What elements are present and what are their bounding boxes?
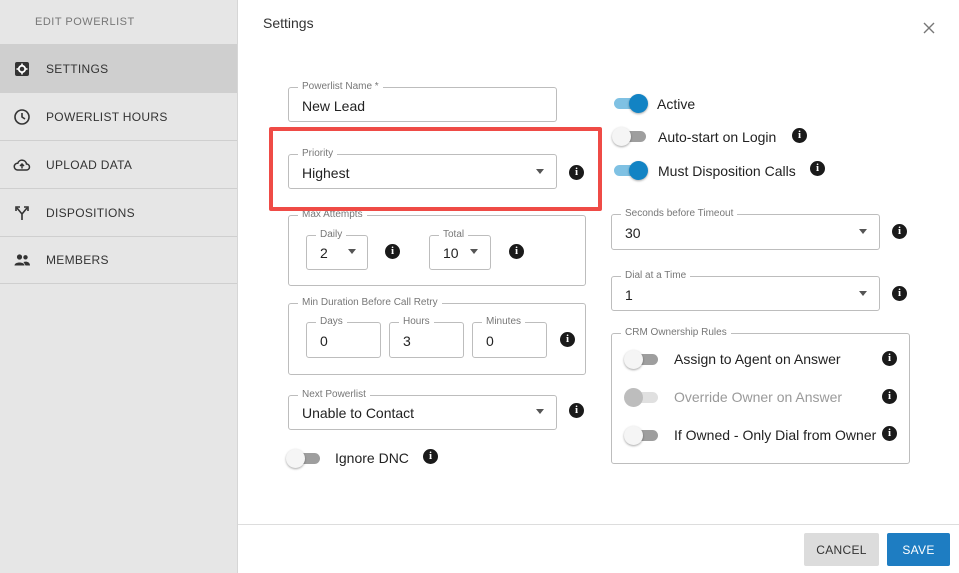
people-icon (13, 251, 31, 269)
sidebar-item-label: UPLOAD DATA (46, 157, 133, 172)
powerlist-name-value: New Lead (302, 98, 366, 114)
sidebar: EDIT POWERLIST SETTINGS POWERLIST HOURS … (0, 0, 238, 573)
hours-input[interactable]: Hours 3 (389, 316, 464, 358)
auto-start-label: Auto-start on Login (658, 129, 777, 145)
days-label: Days (316, 316, 347, 328)
if-owned-label: If Owned - Only Dial from Owner (674, 427, 877, 443)
sidebar-item-members[interactable]: MEMBERS (0, 236, 237, 284)
override-owner-label: Override Owner on Answer (674, 389, 843, 405)
days-input[interactable]: Days 0 (306, 316, 381, 358)
toggle-knob (629, 94, 648, 113)
sidebar-item-label: SETTINGS (46, 61, 109, 76)
sidebar-item-dispositions[interactable]: DISPOSITIONS (0, 188, 237, 236)
cancel-button[interactable]: CANCEL (804, 533, 879, 566)
chevron-down-icon (859, 229, 867, 234)
next-powerlist-value: Unable to Contact (302, 405, 415, 421)
sidebar-item-label: MEMBERS (46, 253, 109, 267)
daily-attempts-select[interactable]: Daily 2 (306, 229, 368, 270)
minutes-input[interactable]: Minutes 0 (472, 316, 547, 358)
ignore-dnc-label: Ignore DNC (335, 450, 409, 466)
toggle-knob (624, 426, 643, 445)
dialog-footer: CANCEL SAVE (238, 524, 959, 573)
sidebar-item-powerlist-hours[interactable]: POWERLIST HOURS (0, 92, 237, 140)
seconds-timeout-select[interactable]: Seconds before Timeout 30 (611, 208, 880, 250)
info-icon[interactable]: i (385, 244, 400, 259)
minutes-label: Minutes (482, 316, 526, 328)
chevron-down-icon (859, 291, 867, 296)
page-title: Settings (263, 15, 314, 31)
priority-highlight-box (269, 127, 602, 211)
save-button[interactable]: SAVE (887, 533, 950, 566)
seconds-timeout-value: 30 (625, 225, 641, 241)
assign-agent-label: Assign to Agent on Answer (674, 351, 841, 367)
toggle-knob (624, 350, 643, 369)
sidebar-item-label: DISPOSITIONS (46, 205, 135, 220)
active-toggle[interactable] (612, 93, 648, 113)
cloud-upload-icon (13, 156, 31, 174)
if-owned-toggle[interactable] (624, 425, 660, 445)
info-icon[interactable]: i (423, 449, 438, 464)
powerlist-name-label: Powerlist Name * (298, 81, 383, 93)
info-icon[interactable]: i (892, 286, 907, 301)
info-icon[interactable]: i (882, 426, 897, 441)
active-label: Active (657, 96, 696, 112)
settings-gear-icon (13, 60, 31, 78)
sidebar-item-upload-data[interactable]: UPLOAD DATA (0, 140, 237, 188)
fork-arrow-icon (13, 204, 31, 222)
info-icon[interactable]: i (560, 332, 575, 347)
ignore-dnc-toggle[interactable] (286, 448, 322, 468)
crm-ownership-rules-label: CRM Ownership Rules (621, 327, 731, 339)
chevron-down-icon (470, 249, 478, 254)
minutes-value: 0 (486, 333, 494, 349)
toggle-knob (612, 127, 631, 146)
info-icon[interactable]: i (509, 244, 524, 259)
next-powerlist-label: Next Powerlist (298, 389, 370, 401)
chevron-down-icon (348, 249, 356, 254)
seconds-timeout-label: Seconds before Timeout (621, 208, 738, 220)
toggle-knob (286, 449, 305, 468)
info-icon[interactable]: i (569, 403, 584, 418)
info-icon[interactable]: i (810, 161, 825, 176)
toggle-knob (629, 161, 648, 180)
dial-at-time-label: Dial at a Time (621, 270, 691, 282)
sidebar-title: EDIT POWERLIST (35, 16, 135, 28)
override-owner-toggle[interactable] (624, 387, 660, 407)
sidebar-item-label: POWERLIST HOURS (46, 109, 168, 124)
sidebar-item-settings[interactable]: SETTINGS (0, 44, 237, 92)
daily-value: 2 (320, 245, 328, 261)
daily-label: Daily (316, 229, 347, 241)
close-icon (923, 22, 935, 34)
total-label: Total (439, 229, 469, 241)
info-icon[interactable]: i (882, 351, 897, 366)
must-disposition-toggle[interactable] (612, 160, 648, 180)
total-value: 10 (443, 245, 459, 261)
next-powerlist-select[interactable]: Next Powerlist Unable to Contact (288, 389, 557, 430)
powerlist-name-field[interactable]: Powerlist Name * New Lead (288, 81, 557, 122)
auto-start-toggle[interactable] (612, 126, 648, 146)
assign-agent-toggle[interactable] (624, 349, 660, 369)
toggle-knob (624, 388, 643, 407)
dial-at-time-select[interactable]: Dial at a Time 1 (611, 270, 880, 311)
min-duration-label: Min Duration Before Call Retry (298, 297, 442, 309)
chevron-down-icon (536, 409, 544, 414)
info-icon[interactable]: i (792, 128, 807, 143)
hours-label: Hours (399, 316, 434, 328)
days-value: 0 (320, 333, 328, 349)
hours-value: 3 (403, 333, 411, 349)
total-attempts-select[interactable]: Total 10 (429, 229, 491, 270)
clock-icon (13, 108, 31, 126)
info-icon[interactable]: i (892, 224, 907, 239)
dial-at-time-value: 1 (625, 287, 633, 303)
info-icon[interactable]: i (882, 389, 897, 404)
must-disposition-label: Must Disposition Calls (658, 163, 796, 179)
close-button[interactable] (921, 20, 937, 36)
